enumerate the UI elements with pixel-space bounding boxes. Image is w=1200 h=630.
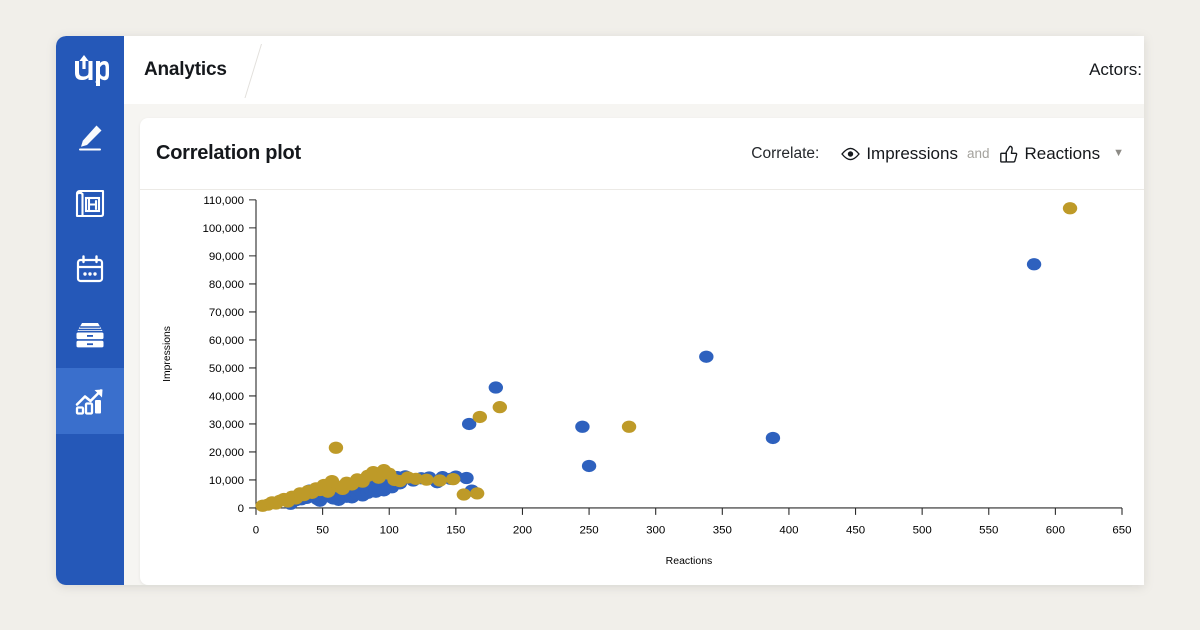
x-axis-title: Reactions xyxy=(666,556,713,567)
series-series-b xyxy=(255,202,1077,512)
x-axis-tick-label: 100 xyxy=(380,525,399,537)
data-point[interactable] xyxy=(1063,202,1077,214)
sidebar-item-inbox[interactable] xyxy=(56,302,124,368)
x-axis-tick-label: 650 xyxy=(1112,525,1131,537)
y-axis-tick-label: 60,000 xyxy=(209,335,244,347)
calendar-icon xyxy=(74,253,106,285)
data-point[interactable] xyxy=(457,488,471,500)
x-axis-tick-label: 150 xyxy=(446,525,465,537)
x-axis-tick-label: 550 xyxy=(979,525,998,537)
sidebar-item-calendar[interactable] xyxy=(56,236,124,302)
metric-impressions[interactable]: Impressions xyxy=(841,144,958,164)
data-point[interactable] xyxy=(329,442,343,454)
tab-analytics[interactable]: Analytics xyxy=(124,36,261,104)
correlation-plot-card: Correlation plot Correlate: Impressions … xyxy=(140,118,1144,585)
y-axis-tick-label: 30,000 xyxy=(209,419,244,431)
data-point[interactable] xyxy=(433,474,447,486)
series-series-a xyxy=(283,258,1041,510)
card-area: Correlation plot Correlate: Impressions … xyxy=(124,104,1144,585)
actors-label[interactable]: Actors: xyxy=(1089,60,1144,80)
x-axis-tick-label: 450 xyxy=(846,525,865,537)
x-axis-tick-label: 250 xyxy=(580,525,599,537)
main-area: Analytics Actors: Correlation plot Corre… xyxy=(124,36,1144,585)
data-point[interactable] xyxy=(1027,258,1041,270)
scatter-plot: 0 10,000 20,000 30,000 40,000 50,000 60,000 70,… xyxy=(140,190,1144,585)
y-axis-tick-label: 20,000 xyxy=(209,447,244,459)
correlate-label: Correlate: xyxy=(751,145,819,163)
topbar-right: Actors: xyxy=(1089,36,1144,104)
up-arrow-logo-icon xyxy=(71,53,109,87)
data-point[interactable] xyxy=(446,473,460,485)
data-point[interactable] xyxy=(459,472,473,484)
scatter-plot-svg: 0 10,000 20,000 30,000 40,000 50,000 60,000 70,… xyxy=(140,190,1144,585)
eye-icon xyxy=(841,147,860,161)
topbar: Analytics Actors: xyxy=(124,36,1144,104)
tab-divider xyxy=(244,44,262,98)
x-axis-tick-label: 400 xyxy=(779,525,798,537)
card-header: Correlation plot Correlate: Impressions … xyxy=(140,118,1144,190)
analytics-chart-icon xyxy=(73,385,107,417)
sidebar-item-compose[interactable] xyxy=(56,104,124,170)
data-point[interactable] xyxy=(493,401,507,413)
x-axis-tick-label: 200 xyxy=(513,525,532,537)
chevron-down-icon[interactable]: ▼ xyxy=(1113,148,1124,159)
data-point[interactable] xyxy=(766,432,780,444)
thumbs-up-icon xyxy=(999,145,1019,163)
x-axis-tick-label: 300 xyxy=(646,525,665,537)
inbox-icon xyxy=(73,320,107,350)
data-point[interactable] xyxy=(699,351,713,363)
y-axis-tick-label: 0 xyxy=(238,503,244,515)
app-logo[interactable] xyxy=(56,36,124,104)
y-axis-tick-label: 70,000 xyxy=(209,307,244,319)
page-title: Correlation plot xyxy=(156,142,301,165)
x-axis-tick-label: 50 xyxy=(316,525,329,537)
metric-reactions[interactable]: Reactions xyxy=(999,144,1101,164)
x-axis-tick-label: 500 xyxy=(913,525,932,537)
y-axis-tick-label: 50,000 xyxy=(209,363,244,375)
y-axis-tick-label: 80,000 xyxy=(209,279,244,291)
y-axis-title: Impressions xyxy=(162,326,173,382)
correlate-control[interactable]: Correlate: Impressions and xyxy=(751,144,1124,164)
sidebar-item-analytics[interactable] xyxy=(56,368,124,434)
data-point[interactable] xyxy=(470,487,484,499)
y-axis-tick-label: 100,000 xyxy=(203,223,244,235)
x-axis-tick-label: 600 xyxy=(1046,525,1065,537)
data-point[interactable] xyxy=(489,381,503,393)
app-window: Analytics Actors: Correlation plot Corre… xyxy=(56,36,1144,585)
x-axis-tick-label: 0 xyxy=(253,525,259,537)
data-point[interactable] xyxy=(575,421,589,433)
pencil-icon xyxy=(74,121,106,153)
y-axis-tick-label: 10,000 xyxy=(209,475,244,487)
data-point[interactable] xyxy=(582,460,596,472)
correlate-conjunction: and xyxy=(967,146,990,161)
sidebar-item-templates[interactable] xyxy=(56,170,124,236)
metric-reactions-label: Reactions xyxy=(1025,144,1101,164)
y-axis-tick-label: 40,000 xyxy=(209,391,244,403)
sidebar xyxy=(56,36,124,585)
tab-analytics-label: Analytics xyxy=(144,59,227,81)
x-axis-tick-label: 350 xyxy=(713,525,732,537)
data-point[interactable] xyxy=(622,421,636,433)
data-point[interactable] xyxy=(419,474,433,486)
data-point[interactable] xyxy=(473,411,487,423)
y-axis-tick-label: 90,000 xyxy=(209,251,244,263)
y-axis-tick-label: 110,000 xyxy=(203,195,244,207)
metric-impressions-label: Impressions xyxy=(866,144,958,164)
blueprint-icon xyxy=(73,187,107,219)
